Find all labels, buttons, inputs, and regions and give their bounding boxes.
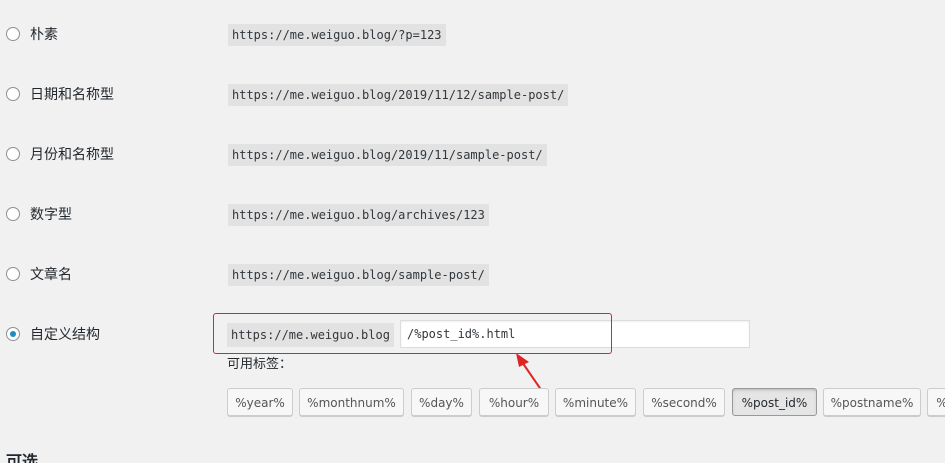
- tag-monthnum[interactable]: %monthnum%: [299, 388, 404, 416]
- permalink-settings: 朴素 https://me.weiguo.blog/?p=123 日期和名称型 …: [0, 0, 945, 463]
- tag-more[interactable]: %: [927, 388, 945, 416]
- radio-day-name[interactable]: [6, 87, 20, 101]
- option-label[interactable]: 自定义结构: [30, 325, 100, 345]
- tag-post-id[interactable]: %post_id%: [732, 388, 817, 416]
- option-label[interactable]: 文章名: [30, 265, 72, 285]
- option-day-name[interactable]: 日期和名称型 https://me.weiguo.blog/2019/11/12…: [0, 75, 945, 115]
- custom-structure-input[interactable]: /%post_id%.html: [400, 320, 750, 348]
- tag-postname[interactable]: %postname%: [823, 388, 921, 416]
- custom-base-url: https://me.weiguo.blog: [227, 323, 394, 347]
- url-example: https://me.weiguo.blog/2019/11/12/sample…: [228, 84, 569, 106]
- option-month-name[interactable]: 月份和名称型 https://me.weiguo.blog/2019/11/sa…: [0, 135, 945, 175]
- radio-month-name[interactable]: [6, 147, 20, 161]
- radio-plain[interactable]: [6, 27, 20, 41]
- radio-post-name[interactable]: [6, 267, 20, 281]
- option-post-name[interactable]: 文章名 https://me.weiguo.blog/sample-post/: [0, 255, 945, 295]
- available-tags-label: 可用标签：: [227, 357, 293, 372]
- option-label[interactable]: 日期和名称型: [30, 85, 114, 105]
- tag-day[interactable]: %day%: [411, 388, 472, 416]
- optional-section-heading: 可选: [6, 452, 39, 463]
- url-example: https://me.weiguo.blog/sample-post/: [228, 264, 489, 286]
- tag-hour[interactable]: %hour%: [479, 388, 549, 416]
- tag-minute[interactable]: %minute%: [555, 388, 636, 416]
- option-label[interactable]: 数字型: [30, 205, 72, 225]
- option-numeric[interactable]: 数字型 https://me.weiguo.blog/archives/123: [0, 195, 945, 235]
- radio-numeric[interactable]: [6, 207, 20, 221]
- tag-second[interactable]: %second%: [643, 388, 725, 416]
- option-label[interactable]: 月份和名称型: [30, 145, 114, 165]
- option-plain[interactable]: 朴素 https://me.weiguo.blog/?p=123: [0, 15, 945, 55]
- url-example: https://me.weiguo.blog/?p=123: [228, 24, 446, 46]
- url-example: https://me.weiguo.blog/2019/11/sample-po…: [228, 144, 547, 166]
- tag-year[interactable]: %year%: [227, 388, 293, 416]
- url-example: https://me.weiguo.blog/archives/123: [228, 204, 489, 226]
- radio-custom[interactable]: [6, 327, 20, 341]
- option-label[interactable]: 朴素: [30, 25, 58, 45]
